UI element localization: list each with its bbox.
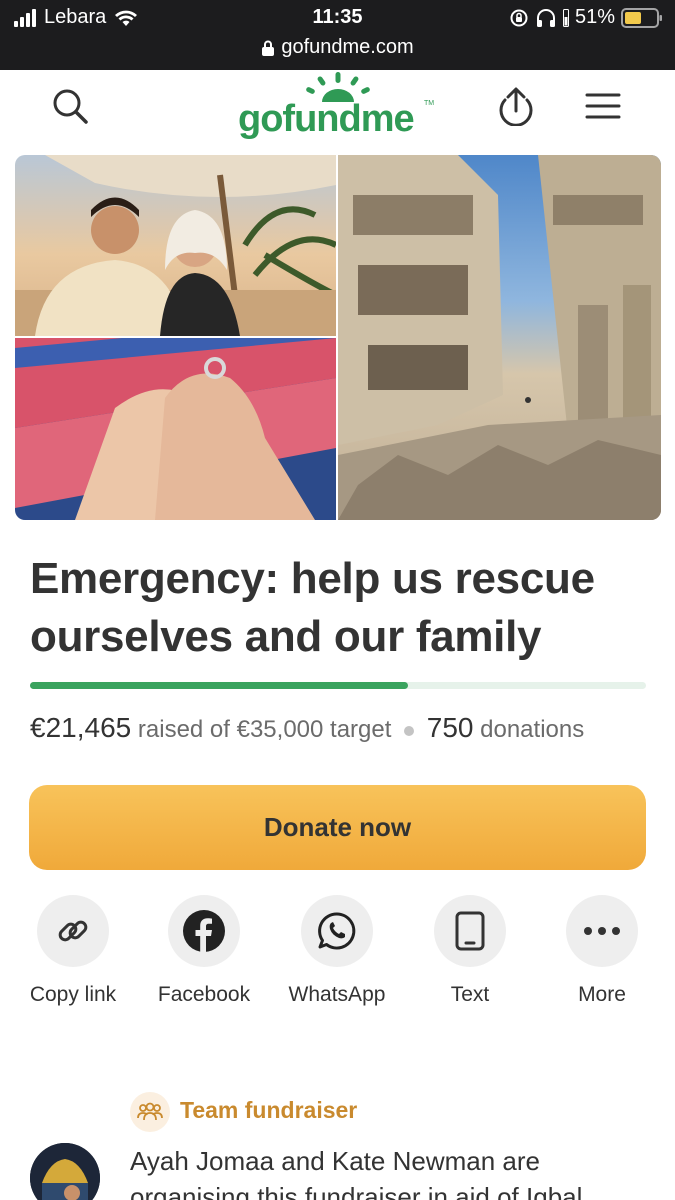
- facebook-icon[interactable]: [168, 895, 240, 967]
- raised-of-target: raised of €35,000 target: [137, 716, 392, 743]
- battery-level-icon: [562, 8, 569, 27]
- avatar[interactable]: [30, 1143, 100, 1200]
- share-label-more: More: [578, 983, 626, 1006]
- donations-count[interactable]: 750: [427, 712, 474, 743]
- battery-icon: [621, 7, 662, 28]
- status-right: 51%: [509, 6, 663, 29]
- menu-icon[interactable]: [581, 84, 625, 128]
- amount-raised: €21,465: [30, 712, 132, 743]
- photo-destroyed-street: [338, 155, 661, 520]
- team-icon: [130, 1092, 170, 1132]
- address-bar[interactable]: gofundme.com: [0, 36, 675, 59]
- share-copy-link[interactable]: Copy link: [8, 895, 138, 1007]
- share-text[interactable]: Text: [405, 895, 535, 1007]
- share-label-facebook: Facebook: [157, 983, 251, 1006]
- organiser-description: Ayah Jomaa and Kate Newman are organisin…: [130, 1146, 583, 1200]
- status-bar: Lebara 11:35 gofundme.com 51%: [0, 0, 675, 70]
- search-icon[interactable]: [48, 84, 92, 128]
- donate-now-button[interactable]: Donate now: [29, 785, 646, 870]
- share-label-text: Text: [450, 983, 490, 1006]
- funding-progress-bar: [30, 682, 646, 689]
- gofundme-logo[interactable]: gofundme TM: [238, 72, 438, 142]
- logo-trademark: TM: [424, 100, 435, 107]
- whatsapp-icon[interactable]: [301, 895, 373, 967]
- campaign-hero-image[interactable]: [15, 155, 661, 520]
- headphones-icon: [536, 8, 555, 27]
- team-fundraiser-label: Team fundraiser: [180, 1097, 358, 1123]
- donations-label[interactable]: donations: [480, 716, 584, 743]
- campaign-title: Emergency: help us rescue ourselves and …: [30, 554, 595, 661]
- photo-couple-selfie: [15, 155, 336, 336]
- phone-icon[interactable]: [434, 895, 506, 967]
- address-url: gofundme.com: [281, 36, 414, 58]
- link-icon[interactable]: [37, 895, 109, 967]
- battery-percent: 51%: [574, 6, 615, 28]
- more-icon[interactable]: [566, 895, 638, 967]
- lock-icon: [262, 40, 275, 56]
- photo-hands-rings: [15, 338, 336, 520]
- share-more[interactable]: More: [537, 895, 667, 1007]
- separator-dot: [404, 725, 415, 736]
- funding-progress-fill: [30, 682, 408, 689]
- share-label-copy-link: Copy link: [29, 983, 117, 1006]
- orientation-lock-icon: [510, 9, 528, 26]
- share-whatsapp[interactable]: WhatsApp: [272, 895, 402, 1007]
- share-facebook[interactable]: Facebook: [139, 895, 269, 1007]
- funding-stats: €21,465 raised of €35,000 target 750 don…: [30, 712, 584, 744]
- share-label-whatsapp: WhatsApp: [288, 983, 386, 1006]
- site-header: gofundme TM: [0, 70, 675, 150]
- logo-wordmark: gofundme: [238, 98, 415, 140]
- share-upload-icon[interactable]: [494, 84, 538, 128]
